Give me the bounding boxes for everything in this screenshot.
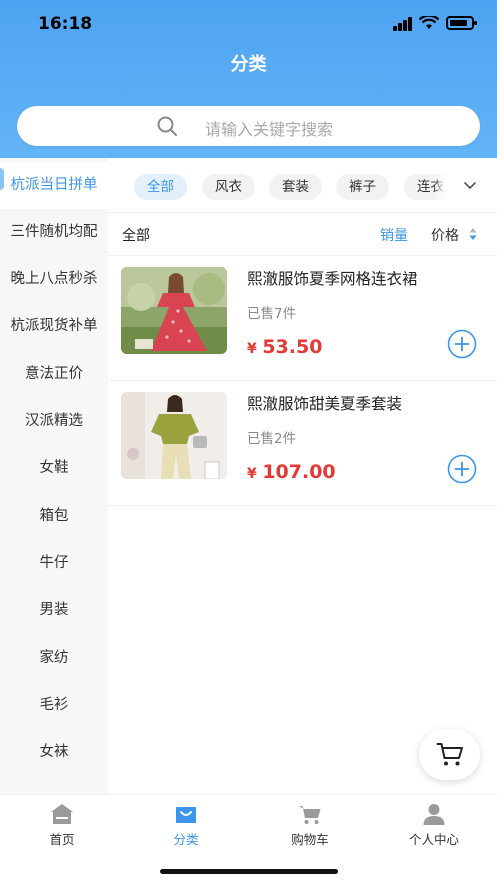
sidebar-item[interactable]: 意法正价 [0,351,108,398]
tab-category[interactable]: 分类 [124,795,248,855]
price-value: 53.50 [262,336,323,358]
price-currency: ¥ [247,341,257,357]
status-bar: 16:18 [0,0,497,48]
home-indicator [160,869,338,874]
sidebar-item[interactable]: 三件随机均配 [0,209,108,256]
add-to-cart-icon[interactable] [447,329,477,359]
cart-icon [299,806,321,824]
product-sold-count: 已售7件 [247,306,297,322]
floating-cart-button[interactable] [419,729,480,780]
product-price: ¥ 107.00 [247,461,336,483]
tab-home[interactable]: 首页 [0,795,124,855]
tab-label: 分类 [173,832,199,847]
sidebar-item[interactable]: 汉派精选 [0,398,108,445]
product-name[interactable]: 熙澈服饰甜美夏季套装 [247,392,402,414]
search-icon [157,116,177,136]
product-image[interactable] [121,267,227,354]
sort-bar: 全部 销量 价格 [108,213,497,255]
product-price: ¥ 53.50 [247,336,322,358]
sidebar-item[interactable]: 男装 [0,587,108,634]
add-to-cart-icon[interactable] [447,454,477,484]
product-card[interactable]: 熙澈服饰夏季网格连衣裙 已售7件 ¥ 53.50 [108,255,497,379]
user-icon [423,804,445,825]
wifi-icon [419,16,439,29]
tab-label: 购物车 [291,832,329,847]
tab-profile[interactable]: 个人中心 [372,795,496,855]
sidebar-item[interactable]: 女鞋 [0,445,108,492]
sidebar-item[interactable]: 箱包 [0,493,108,540]
chevron-down-icon[interactable] [463,181,477,191]
tab-label: 个人中心 [408,832,459,847]
category-sidebar[interactable]: 杭派当日拼单 三件随机均配 晚上八点秒杀 杭派现货补单 意法正价 汉派精选 女鞋… [0,158,108,794]
sort-all-label[interactable]: 全部 [122,225,150,245]
sidebar-item[interactable]: 杭派现货补单 [0,303,108,350]
tab-windbreaker[interactable]: 风衣 [202,174,255,200]
header: 16:18 分类 请输入关键字搜索 [0,0,497,158]
product-card[interactable]: 熙澈服饰甜美夏季套装 已售2件 ¥ 107.00 [108,380,497,504]
page-title: 分类 [230,54,267,75]
sidebar-item[interactable]: 杭派当日拼单 [0,162,108,209]
subcategory-tabs[interactable]: 全部 风衣 套装 裤子 连衣 [121,168,497,206]
status-time: 16:18 [38,14,93,34]
tab-label: 首页 [49,832,75,847]
sidebar-item[interactable]: 女袜 [0,729,108,776]
battery-icon [446,16,477,30]
divider [108,505,497,506]
price-currency: ¥ [247,466,257,482]
product-image[interactable] [121,392,227,479]
sidebar-item[interactable]: 毛衫 [0,682,108,729]
product-name[interactable]: 熙澈服饰夏季网格连衣裙 [247,267,418,289]
category-icon [176,807,196,823]
home-icon [51,804,73,824]
tab-pants[interactable]: 裤子 [336,174,389,200]
tab-suit[interactable]: 套装 [269,174,322,200]
sidebar-item[interactable]: 牛仔 [0,540,108,587]
sidebar-item[interactable]: 晚上八点秒杀 [0,256,108,303]
cellular-signal-icon [393,17,413,31]
cart-icon [436,743,463,766]
sort-by-price[interactable]: 价格 [431,225,459,245]
tab-all[interactable]: 全部 [134,174,187,200]
search-placeholder: 请输入关键字搜索 [205,120,334,139]
sidebar-item[interactable]: 家纺 [0,635,108,682]
tab-cart[interactable]: 购物车 [248,795,372,855]
sort-by-sales[interactable]: 销量 [380,225,408,245]
price-value: 107.00 [262,461,336,483]
search-input[interactable]: 请输入关键字搜索 [17,106,480,146]
product-sold-count: 已售2件 [247,431,297,447]
sort-arrows-icon[interactable] [468,226,478,242]
